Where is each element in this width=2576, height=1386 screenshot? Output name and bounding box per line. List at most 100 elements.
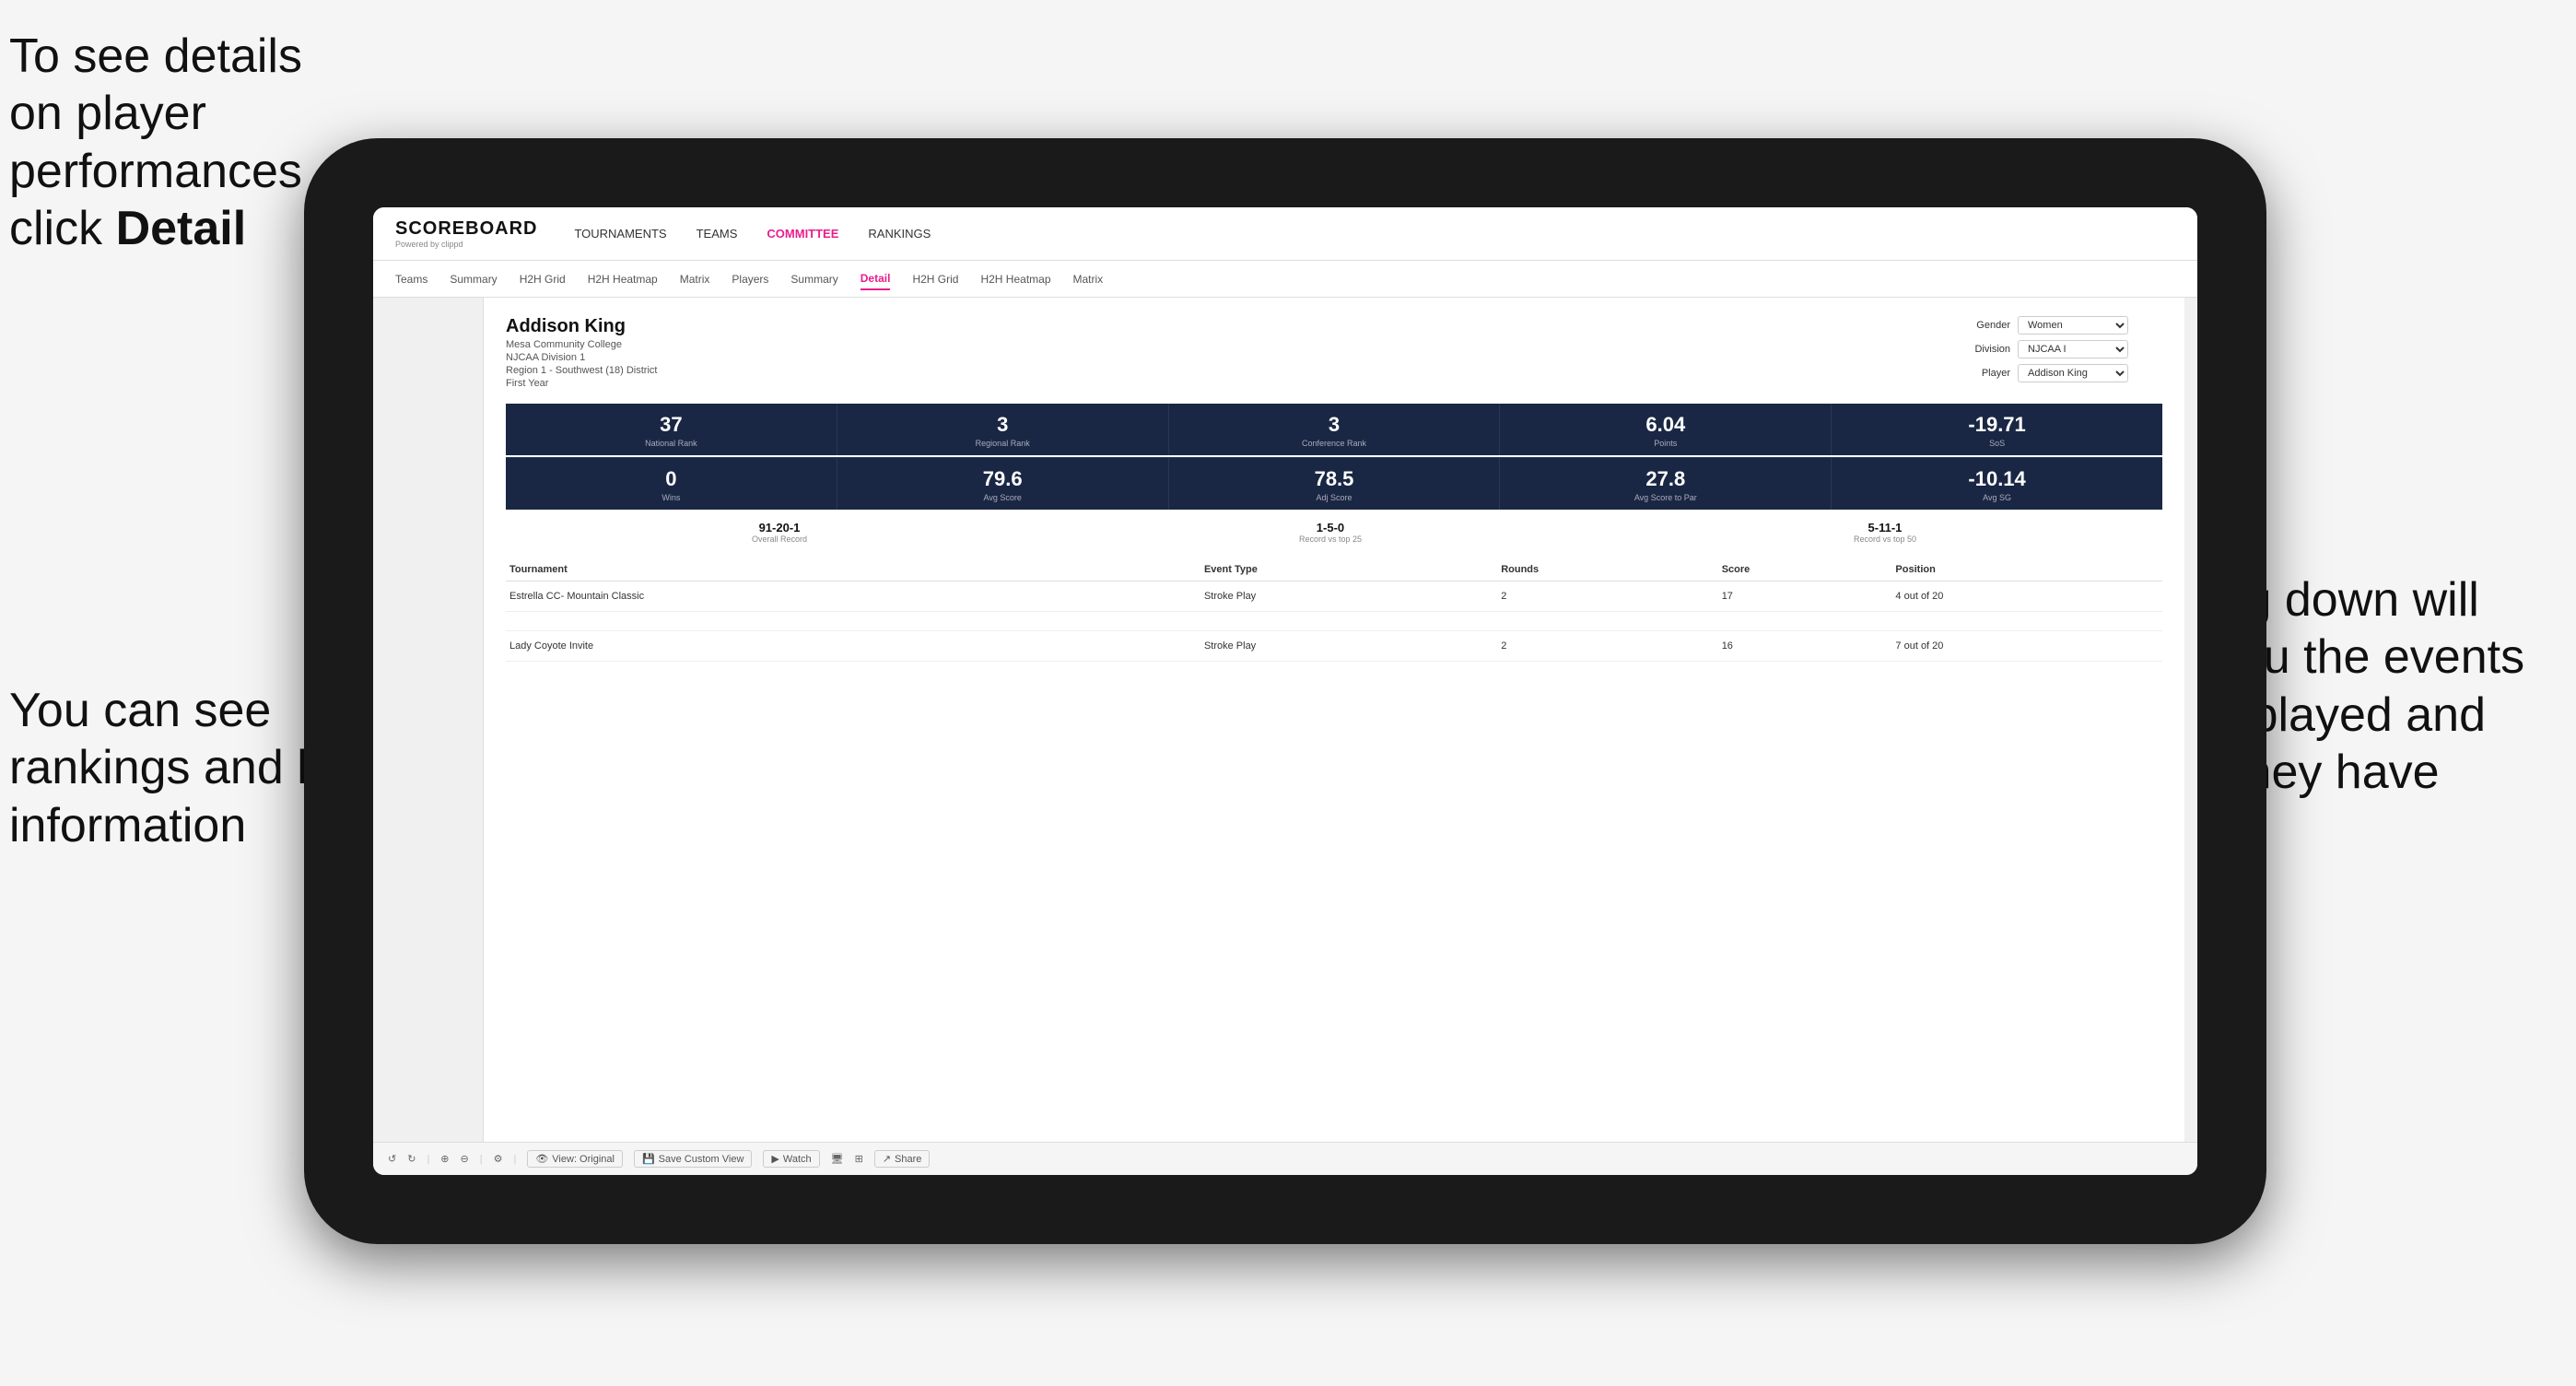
- player-label: Player: [1960, 368, 2010, 379]
- logo-area: SCOREBOARD Powered by clippd: [395, 218, 537, 249]
- save-custom-button[interactable]: 💾 Save Custom View: [634, 1150, 752, 1168]
- stat-points: 6.04 Points: [1500, 404, 1832, 455]
- gender-label: Gender: [1960, 320, 2010, 331]
- sub-nav-h2h-heatmap[interactable]: H2H Heatmap: [588, 269, 658, 289]
- nav-teams[interactable]: TEAMS: [697, 223, 738, 244]
- rounds-1: 2: [1497, 581, 1717, 612]
- top-nav: SCOREBOARD Powered by clippd TOURNAMENTS…: [373, 207, 2197, 261]
- player-region: Region 1 - Southwest (18) District: [506, 365, 657, 376]
- tablet: SCOREBOARD Powered by clippd TOURNAMENTS…: [304, 138, 2266, 1244]
- player-controls: Gender Women Division NJCAA I: [1960, 316, 2162, 382]
- tablet-screen: SCOREBOARD Powered by clippd TOURNAMENTS…: [373, 207, 2197, 1175]
- stat-wins-value: 0: [513, 467, 829, 491]
- annotation-detail-bold: Detail: [116, 202, 247, 255]
- stat-avg-sg-label: Avg SG: [1839, 493, 2155, 502]
- stat-adj-score: 78.5 Adj Score: [1169, 457, 1501, 510]
- stat-avg-score-value: 79.6: [845, 467, 1161, 491]
- sub-nav-matrix2[interactable]: Matrix: [1073, 269, 1104, 289]
- main-content: Addison King Mesa Community College NJCA…: [484, 298, 2184, 1142]
- share-button[interactable]: ↗ Share: [874, 1150, 931, 1168]
- sub-nav-h2h-heatmap2[interactable]: H2H Heatmap: [980, 269, 1050, 289]
- tournament-name-3: Lady Coyote Invite: [506, 631, 1200, 662]
- tournament-table: Tournament Event Type Rounds Score Posit…: [506, 558, 2162, 662]
- stat-avg-score-par-label: Avg Score to Par: [1507, 493, 1823, 502]
- col-position: Position: [1891, 558, 2162, 581]
- record-top50: 5-11-1 Record vs top 50: [1854, 521, 1916, 544]
- sub-nav: Teams Summary H2H Grid H2H Heatmap Matri…: [373, 261, 2197, 298]
- sub-nav-detail[interactable]: Detail: [861, 268, 891, 290]
- stat-regional-rank-label: Regional Rank: [845, 439, 1161, 448]
- stat-sos-value: -19.71: [1839, 413, 2155, 437]
- table-row: Estrella CC- Mountain Classic Stroke Pla…: [506, 581, 2162, 612]
- stat-adj-score-value: 78.5: [1177, 467, 1493, 491]
- stat-national-rank-label: National Rank: [513, 439, 829, 448]
- stat-avg-sg-value: -10.14: [1839, 467, 2155, 491]
- toolbar-redo-icon[interactable]: ↻: [407, 1153, 416, 1165]
- toolbar-grid-icon[interactable]: ⊞: [855, 1153, 863, 1165]
- stat-national-rank: 37 National Rank: [506, 404, 837, 455]
- nav-rankings[interactable]: RANKINGS: [868, 223, 931, 244]
- toolbar-settings-icon[interactable]: ⚙: [494, 1153, 503, 1165]
- gender-select[interactable]: Women: [2018, 316, 2128, 335]
- col-tournament: Tournament: [506, 558, 1200, 581]
- stat-national-rank-value: 37: [513, 413, 829, 437]
- player-name: Addison King: [506, 316, 657, 337]
- rounds-3: 2: [1497, 631, 1717, 662]
- score-2: [1718, 612, 1892, 631]
- sub-nav-teams[interactable]: Teams: [395, 269, 427, 289]
- sub-nav-h2h-grid2[interactable]: H2H Grid: [912, 269, 958, 289]
- stat-avg-score: 79.6 Avg Score: [837, 457, 1169, 510]
- stat-avg-sg: -10.14 Avg SG: [1832, 457, 2162, 510]
- nav-committee[interactable]: COMMITTEE: [767, 223, 838, 244]
- score-3: 16: [1718, 631, 1892, 662]
- event-type-1: Stroke Play: [1200, 581, 1497, 612]
- toolbar-undo-icon[interactable]: ↺: [388, 1153, 396, 1165]
- stat-conference-rank-value: 3: [1177, 413, 1493, 437]
- stats-row-1: 37 National Rank 3 Regional Rank 3 Confe…: [506, 404, 2162, 455]
- content-area: Addison King Mesa Community College NJCA…: [373, 298, 2197, 1142]
- logo-sub: Powered by clippd: [395, 240, 537, 249]
- position-1: 4 out of 20: [1891, 581, 2162, 612]
- position-2: [1891, 612, 2162, 631]
- stats-row-2: 0 Wins 79.6 Avg Score 78.5 Adj Score 27.…: [506, 457, 2162, 510]
- col-event-type: Event Type: [1200, 558, 1497, 581]
- record-overall: 91-20-1 Overall Record: [752, 521, 807, 544]
- player-info: Addison King Mesa Community College NJCA…: [506, 316, 657, 389]
- stat-regional-rank: 3 Regional Rank: [837, 404, 1169, 455]
- watch-button[interactable]: ▶ Watch: [763, 1150, 819, 1168]
- watch-icon: ▶: [771, 1153, 779, 1165]
- toolbar-sep-2: |: [480, 1154, 483, 1165]
- right-panel: [2184, 298, 2197, 1142]
- stat-avg-score-par: 27.8 Avg Score to Par: [1500, 457, 1832, 510]
- toolbar-zoom-icon[interactable]: ⊕: [440, 1153, 449, 1165]
- event-type-2: [1200, 612, 1497, 631]
- division-label: Division: [1960, 344, 2010, 355]
- sub-nav-matrix[interactable]: Matrix: [680, 269, 710, 289]
- player-select[interactable]: Addison King: [2018, 364, 2128, 382]
- col-rounds: Rounds: [1497, 558, 1717, 581]
- stat-points-label: Points: [1507, 439, 1823, 448]
- stat-wins: 0 Wins: [506, 457, 837, 510]
- logo-text: SCOREBOARD: [395, 218, 537, 240]
- player-division: NJCAA Division 1: [506, 352, 657, 363]
- toolbar-zoom2-icon[interactable]: ⊖: [461, 1153, 469, 1165]
- toolbar-screen-icon[interactable]: 🖥: [831, 1153, 844, 1165]
- save-custom-label: Save Custom View: [659, 1154, 744, 1165]
- view-original-button[interactable]: 👁 View: Original: [527, 1150, 623, 1168]
- stat-avg-score-label: Avg Score: [845, 493, 1161, 502]
- watch-label: Watch: [783, 1154, 812, 1165]
- sub-nav-summary[interactable]: Summary: [450, 269, 497, 289]
- tournament-name-1: Estrella CC- Mountain Classic: [506, 581, 1200, 612]
- score-1: 17: [1718, 581, 1892, 612]
- view-icon: 👁: [535, 1153, 548, 1165]
- sub-nav-summary2[interactable]: Summary: [790, 269, 837, 289]
- record-top25-label: Record vs top 25: [1299, 534, 1362, 544]
- bottom-toolbar: ↺ ↻ | ⊕ ⊖ | ⚙ | 👁 View: Original 💾 Save …: [373, 1142, 2197, 1175]
- sub-nav-h2h-grid[interactable]: H2H Grid: [520, 269, 566, 289]
- division-select[interactable]: NJCAA I: [2018, 340, 2128, 358]
- record-overall-value: 91-20-1: [752, 521, 807, 534]
- tournament-name-2: [506, 612, 1200, 631]
- stat-adj-score-label: Adj Score: [1177, 493, 1493, 502]
- nav-tournaments[interactable]: TOURNAMENTS: [574, 223, 666, 244]
- sub-nav-players[interactable]: Players: [732, 269, 768, 289]
